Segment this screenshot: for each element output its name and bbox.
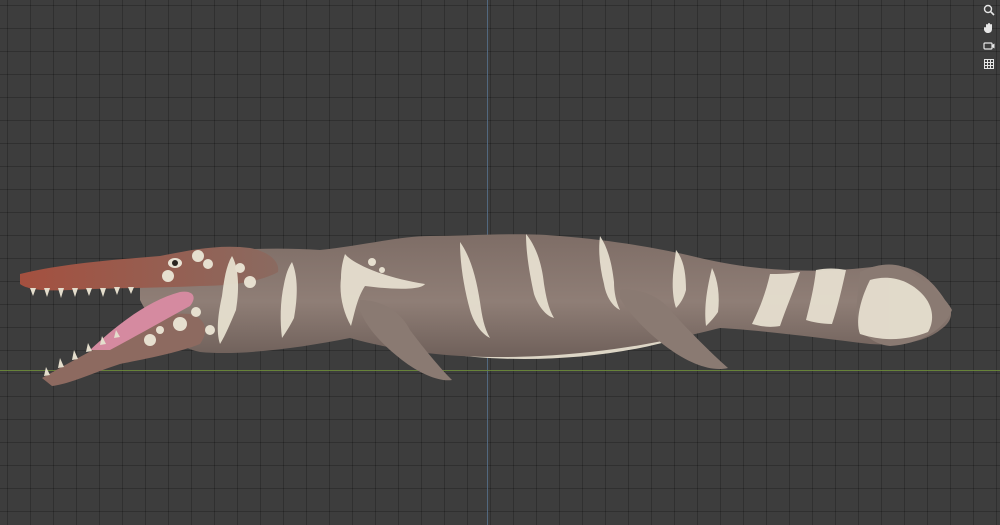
3d-viewport[interactable] — [0, 0, 1000, 525]
creature-model[interactable] — [0, 0, 1000, 525]
perspective-grid-icon[interactable] — [980, 56, 998, 72]
navigation-gizmo — [976, 0, 1000, 80]
camera-icon[interactable] — [980, 38, 998, 54]
zoom-icon[interactable] — [980, 2, 998, 18]
pan-hand-icon[interactable] — [980, 20, 998, 36]
